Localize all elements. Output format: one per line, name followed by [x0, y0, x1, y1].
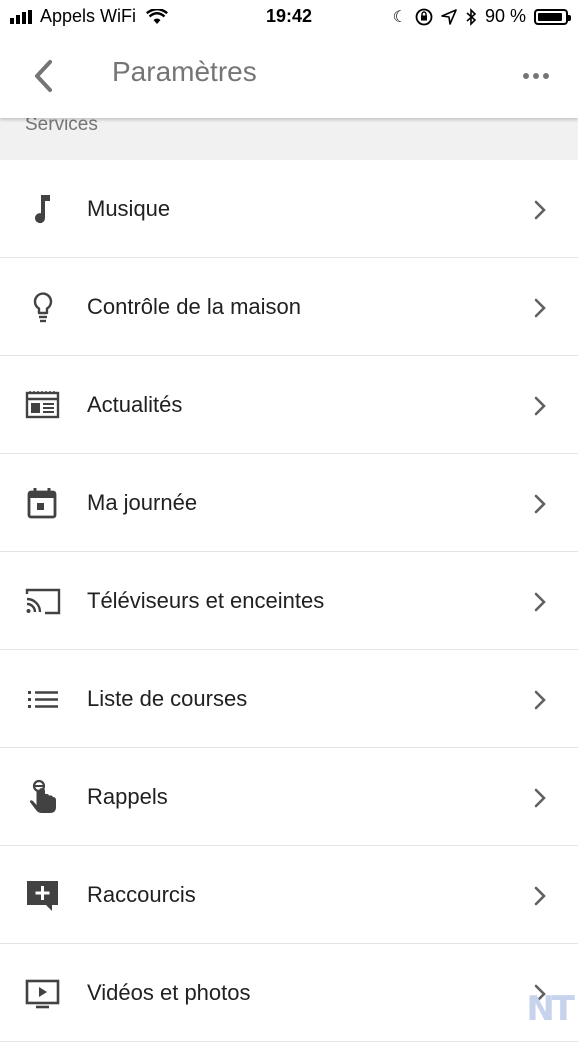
chevron-right-icon — [534, 396, 546, 416]
list-item-televiseurs[interactable]: Téléviseurs et enceintes — [0, 552, 578, 650]
item-label: Musique — [87, 196, 171, 221]
list-item-controle-maison[interactable]: Contrôle de la maison — [0, 258, 578, 356]
item-label: Contrôle de la maison — [87, 294, 302, 319]
newspaper-icon — [25, 391, 60, 419]
item-label: Actualités — [87, 392, 183, 417]
battery-percent: 90 % — [484, 6, 526, 26]
status-icons: ☾ 90 % — [392, 6, 571, 27]
item-label: Rappels — [87, 784, 168, 809]
video-play-icon — [25, 979, 60, 1009]
music-note-icon — [35, 195, 50, 224]
reminder-finger-icon — [30, 779, 56, 813]
chevron-right-icon — [534, 200, 546, 220]
list-item-raccourcis[interactable]: Raccourcis — [0, 846, 578, 944]
location-icon — [441, 8, 457, 25]
section-header: Services — [0, 114, 578, 160]
list-item-musique[interactable]: Musique — [0, 160, 578, 258]
item-label: Raccourcis — [87, 882, 196, 907]
chevron-left-icon[interactable] — [28, 56, 62, 96]
add-shortcut-icon — [27, 881, 58, 911]
item-label: Vidéos et photos — [87, 980, 251, 1005]
watermark-logo: NT — [526, 989, 575, 1029]
list-item-ma-journee[interactable]: Ma journée — [0, 454, 578, 552]
rotation-lock-icon — [415, 8, 433, 25]
bluetooth-icon — [466, 7, 477, 26]
list-icon — [28, 691, 58, 708]
app-bar: Paramètres — [0, 34, 578, 118]
moon-icon: ☾ — [392, 8, 407, 26]
chevron-right-icon — [534, 690, 546, 710]
item-label: Téléviseurs et enceintes — [87, 588, 325, 613]
calendar-icon — [27, 488, 57, 519]
list-item-liste-courses[interactable]: Liste de courses — [0, 650, 578, 748]
item-label: Liste de courses — [87, 686, 248, 711]
chevron-right-icon — [534, 886, 546, 906]
battery-icon — [534, 8, 571, 25]
page-title: Paramètres — [112, 56, 257, 87]
item-label: Ma journée — [87, 490, 198, 515]
more-horizontal-icon[interactable] — [522, 64, 550, 88]
chevron-right-icon — [534, 494, 546, 514]
services-list: Musique Contrôle de la maison Actualités — [0, 160, 578, 1042]
chevron-right-icon — [534, 592, 546, 612]
list-item-rappels[interactable]: Rappels — [0, 748, 578, 846]
list-item-actualites[interactable]: Actualités — [0, 356, 578, 454]
chevron-right-icon — [534, 298, 546, 318]
list-item-videos-photos[interactable]: Vidéos et photos — [0, 944, 578, 1042]
chevron-right-icon — [534, 788, 546, 808]
cast-icon — [25, 588, 61, 615]
status-bar: Appels WiFi 19:42 ☾ 90 % — [0, 0, 578, 34]
lightbulb-icon — [33, 292, 53, 323]
